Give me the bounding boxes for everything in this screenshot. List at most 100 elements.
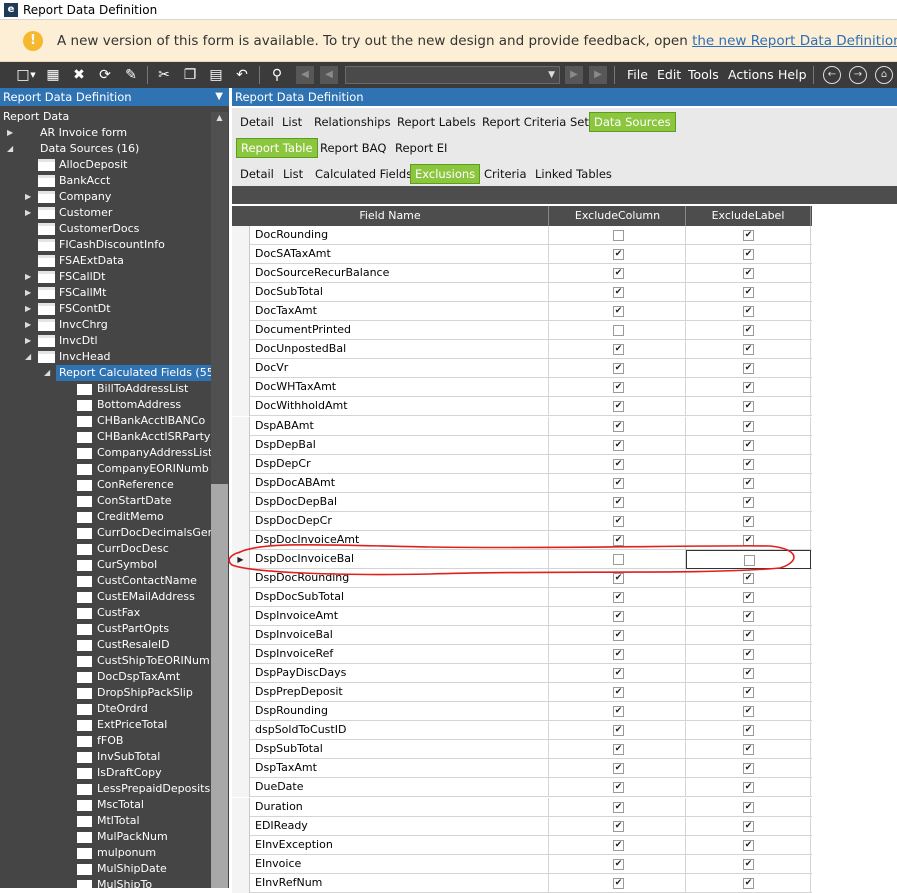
row-selector[interactable] <box>232 397 250 417</box>
tree-node[interactable]: BankAcct <box>59 173 110 189</box>
refresh-icon[interactable]: ⟳ <box>96 66 114 84</box>
exclude-label-checkbox[interactable]: ✔ <box>743 611 754 622</box>
table-row[interactable]: DspPrepDeposit ✔ ✔ <box>232 683 812 703</box>
tree-node[interactable]: ConReference <box>97 477 174 493</box>
tree-node[interactable]: FSCallMt <box>59 285 106 301</box>
tree-node[interactable]: Report Data <box>3 109 69 125</box>
table-row[interactable]: dspSoldToCustID ✔ ✔ <box>232 721 812 741</box>
column-exclude-label[interactable]: ExcludeLabel <box>686 206 811 226</box>
table-row[interactable]: DspDocABAmt ✔ ✔ <box>232 473 812 493</box>
exclude-column-checkbox[interactable]: ✔ <box>613 649 624 661</box>
table-row[interactable]: DspInvoiceAmt ✔ ✔ <box>232 607 812 626</box>
table-row[interactable]: DspPayDiscDays ✔ ✔ <box>232 664 812 684</box>
table-row[interactable]: DocVr ✔ ✔ <box>232 359 812 379</box>
field-name-cell[interactable]: DocSATaxAmt <box>255 245 549 265</box>
tab-report-baq[interactable]: Report BAQ <box>316 138 390 158</box>
exclude-column-checkbox[interactable]: ✔ <box>613 344 624 356</box>
exclude-column-checkbox[interactable]: ✔ <box>613 630 624 642</box>
tree-node[interactable]: DocDspTaxAmt <box>97 669 180 685</box>
exclude-column-checkbox[interactable]: ✔ <box>613 477 624 489</box>
row-selector[interactable] <box>232 778 250 798</box>
row-selector[interactable] <box>232 283 250 303</box>
expand-icon[interactable]: ▶ <box>7 125 13 141</box>
field-name-cell[interactable]: DspSubTotal <box>255 740 549 760</box>
tab-list[interactable]: List <box>278 112 306 132</box>
tree-node[interactable]: BottomAddress <box>97 397 181 413</box>
field-name-cell[interactable]: DocWithholdAmt <box>255 397 549 417</box>
field-name-cell[interactable]: DspInvoiceRef <box>255 645 549 665</box>
tree-node[interactable]: LessPrepaidDeposits <box>97 781 210 797</box>
exclude-label-checkbox[interactable]: ✔ <box>743 591 754 603</box>
scroll-up-icon[interactable]: ▲ <box>211 112 228 124</box>
tab-report-labels[interactable]: Report Labels <box>393 112 480 132</box>
tree-node[interactable]: CurrDocDesc <box>97 541 169 557</box>
table-row[interactable]: EInvoice ✔ ✔ <box>232 854 812 874</box>
tree-scrollbar[interactable]: ▲ <box>211 112 228 888</box>
field-name-cell[interactable]: DspRounding <box>255 702 549 722</box>
tree-node[interactable]: Company <box>59 189 111 205</box>
exclude-label-checkbox[interactable]: ✔ <box>743 839 754 851</box>
tree-node[interactable]: CustPartOpts <box>97 621 169 637</box>
table-row[interactable]: EInvRefNum ✔ ✔ <box>232 873 812 893</box>
exclude-label-checkbox[interactable]: ✔ <box>743 668 754 680</box>
row-selector[interactable] <box>232 359 250 379</box>
field-name-cell[interactable]: DspDepCr <box>255 454 549 474</box>
row-selector[interactable] <box>232 835 250 855</box>
exclude-column-checkbox[interactable] <box>613 325 624 337</box>
forward-icon[interactable]: → <box>849 66 867 84</box>
row-selector[interactable] <box>232 683 250 703</box>
exclude-column-checkbox[interactable]: ✔ <box>613 725 624 737</box>
tree-node[interactable]: IsDraftCopy <box>97 765 162 781</box>
table-row[interactable]: DocSourceRecurBalance ✔ ✔ <box>232 264 812 284</box>
table-row[interactable]: Duration ✔ ✔ <box>232 797 812 817</box>
tab-report-table[interactable]: Report Table <box>236 138 318 158</box>
exclude-column-checkbox[interactable]: ✔ <box>613 534 624 546</box>
exclude-label-checkbox[interactable]: ✔ <box>743 801 754 813</box>
exclude-label-checkbox[interactable]: ✔ <box>743 496 754 508</box>
exclude-column-checkbox[interactable]: ✔ <box>613 763 624 775</box>
previous-record-icon[interactable]: ◀ <box>320 66 338 84</box>
tree-node[interactable]: CustFax <box>97 605 140 621</box>
row-selector[interactable] <box>232 664 250 684</box>
exclude-column-checkbox[interactable]: ✔ <box>613 744 624 756</box>
table-row[interactable]: DspDocSubTotal ✔ ✔ <box>232 587 812 607</box>
exclude-column-checkbox[interactable]: ✔ <box>613 458 624 470</box>
tree-node[interactable]: FSCallDt <box>59 269 105 285</box>
row-selector[interactable] <box>232 435 250 455</box>
subtab-detail[interactable]: Detail <box>236 164 278 184</box>
tree-node[interactable]: Data Sources (16) <box>40 141 139 157</box>
table-row[interactable]: DspDepCr ✔ ✔ <box>232 454 812 474</box>
table-row[interactable]: ▶ DspDocInvoiceBal <box>232 549 812 569</box>
exclude-column-checkbox[interactable]: ✔ <box>613 572 624 584</box>
tree-node[interactable]: DteOrdrd <box>97 701 148 717</box>
table-row[interactable]: DocumentPrinted ✔ <box>232 321 812 341</box>
next-record-icon[interactable]: ▶ <box>565 66 583 84</box>
exclude-column-checkbox[interactable]: ✔ <box>613 287 624 299</box>
row-selector[interactable] <box>232 264 250 284</box>
row-selector[interactable] <box>232 245 250 265</box>
row-selector[interactable] <box>232 302 250 322</box>
table-row[interactable]: DocSubTotal ✔ ✔ <box>232 283 812 303</box>
tree-node[interactable]: InvSubTotal <box>97 749 160 765</box>
field-name-cell[interactable]: DspDocInvoiceAmt <box>255 530 549 550</box>
tree-scroll-thumb[interactable] <box>211 484 228 888</box>
tree-node[interactable]: DropShipPackSlip <box>97 685 193 701</box>
table-row[interactable]: DocRounding ✔ <box>232 226 812 245</box>
expand-icon[interactable]: ▶ <box>25 205 31 221</box>
table-row[interactable]: DspDocDepBal ✔ ✔ <box>232 492 812 512</box>
exclude-label-checkbox[interactable]: ✔ <box>743 744 754 756</box>
row-selector[interactable] <box>232 321 250 341</box>
exclude-label-checkbox[interactable]: ✔ <box>743 439 754 451</box>
field-name-cell[interactable]: DspPrepDeposit <box>255 683 549 703</box>
tree-node[interactable]: CurrDocDecimalsGen <box>97 525 215 541</box>
exclude-column-checkbox[interactable]: ✔ <box>613 249 624 261</box>
menu-help[interactable]: Help <box>778 67 807 83</box>
table-row[interactable]: DspRounding ✔ ✔ <box>232 702 812 722</box>
tree-node[interactable]: CustContactName <box>97 573 197 589</box>
table-row[interactable]: DocWHTaxAmt ✔ ✔ <box>232 378 812 398</box>
exclude-label-checkbox[interactable]: ✔ <box>743 858 754 870</box>
exclude-column-checkbox[interactable]: ✔ <box>613 782 624 794</box>
exclude-label-checkbox[interactable]: ✔ <box>743 706 754 718</box>
field-name-cell[interactable]: EInvRefNum <box>255 873 549 893</box>
record-select[interactable]: ▼ <box>345 66 560 84</box>
